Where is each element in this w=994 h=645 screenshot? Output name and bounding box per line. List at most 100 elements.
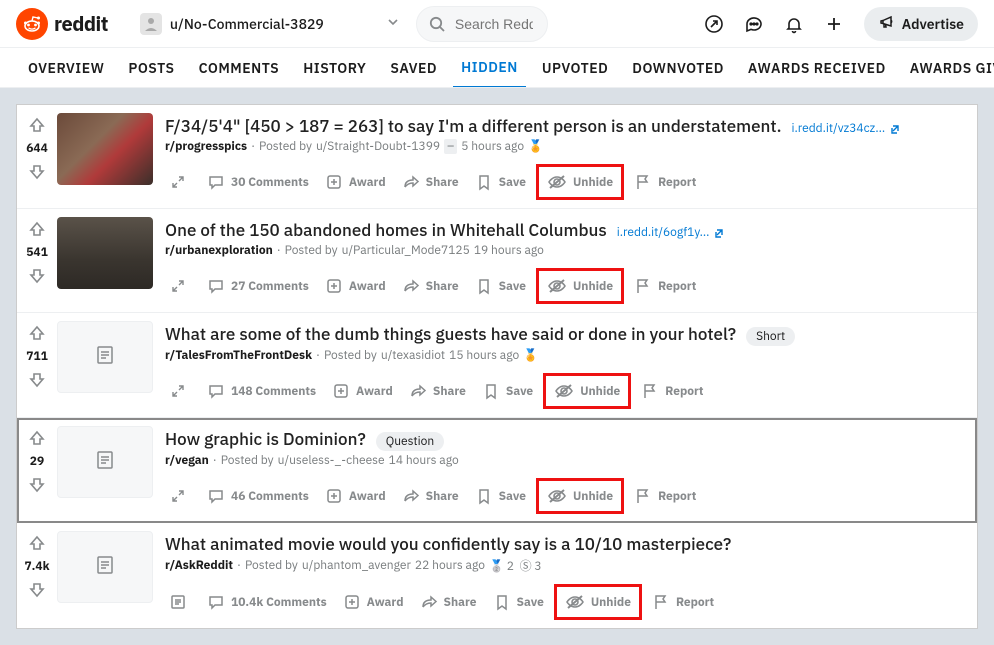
report-button[interactable]: Report <box>628 483 702 509</box>
report-button[interactable]: Report <box>646 589 720 615</box>
author-link[interactable]: u/texasidiot <box>381 348 445 363</box>
report-button[interactable]: Report <box>628 273 702 299</box>
tab-upvoted[interactable]: UPVOTED <box>534 49 616 87</box>
expand-icon[interactable] <box>165 488 191 504</box>
share-button[interactable]: Share <box>396 483 465 509</box>
share-button[interactable]: Share <box>403 378 472 404</box>
unhide-button[interactable]: Unhide <box>541 169 619 195</box>
post-flair[interactable]: Question <box>376 432 444 451</box>
expand-icon[interactable] <box>165 278 191 294</box>
upvote-button[interactable] <box>25 321 49 345</box>
tab-posts[interactable]: POSTS <box>120 49 182 87</box>
downvote-button[interactable] <box>25 160 49 184</box>
downvote-button[interactable] <box>25 264 49 288</box>
post-title[interactable]: How graphic is Dominion? <box>165 428 366 450</box>
upvote-button[interactable] <box>25 217 49 241</box>
unhide-button[interactable]: Unhide <box>541 273 619 299</box>
award-button[interactable]: Award <box>319 169 392 195</box>
tab-downvoted[interactable]: DOWNVOTED <box>624 49 732 87</box>
post-score: 711 <box>26 349 48 364</box>
megaphone-icon <box>878 13 896 35</box>
expand-icon[interactable] <box>165 593 191 611</box>
post-flair[interactable]: Short <box>746 327 795 346</box>
subreddit-link[interactable]: r/urbanexploration <box>165 243 273 258</box>
tab-history[interactable]: HISTORY <box>295 49 374 87</box>
award-button[interactable]: Award <box>319 483 392 509</box>
report-button[interactable]: Report <box>628 169 702 195</box>
share-button[interactable]: Share <box>414 589 483 615</box>
subreddit-link[interactable]: r/TalesFromTheFrontDesk <box>165 348 312 363</box>
tab-awards-received[interactable]: AWARDS RECEIVED <box>740 49 894 87</box>
share-button[interactable]: Share <box>396 273 465 299</box>
comments-button[interactable]: 10.4k Comments <box>201 589 333 615</box>
award-badge-icon[interactable]: 🏅 <box>523 348 538 363</box>
unhide-highlight: Unhide <box>536 164 624 200</box>
text-post-icon <box>94 554 116 580</box>
unhide-button[interactable]: Unhide <box>559 589 637 615</box>
upvote-button[interactable] <box>25 113 49 137</box>
comments-button[interactable]: 46 Comments <box>201 483 315 509</box>
unhide-button[interactable]: Unhide <box>548 378 626 404</box>
post-thumbnail[interactable] <box>57 426 153 498</box>
user-dropdown[interactable]: u/No-Commercial-3829 <box>140 13 400 35</box>
report-button[interactable]: Report <box>635 378 709 404</box>
author-link[interactable]: u/Particular_Mode7125 <box>342 243 470 258</box>
post-thumbnail[interactable] <box>57 113 153 185</box>
save-button[interactable]: Save <box>469 169 532 195</box>
search-box <box>416 6 548 42</box>
expand-icon[interactable] <box>165 174 191 190</box>
tab-awards-given[interactable]: AWARDS GIVEN <box>902 49 994 87</box>
post-thumbnail[interactable] <box>57 217 153 289</box>
avatar-icon <box>140 13 162 35</box>
post-title[interactable]: What animated movie would you confidentl… <box>165 533 731 555</box>
post-thumbnail[interactable] <box>57 531 153 603</box>
award-button[interactable]: Award <box>319 273 392 299</box>
subreddit-link[interactable]: r/AskReddit <box>165 558 233 573</box>
brand-text: reddit <box>54 10 108 37</box>
subreddit-link[interactable]: r/progresspics <box>165 139 247 154</box>
upvote-button[interactable] <box>25 531 49 555</box>
unhide-highlight: Unhide <box>543 373 631 409</box>
tab-saved[interactable]: SAVED <box>382 49 445 87</box>
award-badges[interactable]: 🥈 2 Ⓢ 3 <box>489 557 542 574</box>
chat-icon[interactable] <box>736 6 772 42</box>
outbound-link[interactable]: i.redd.it/6ogf1y... <box>617 225 726 240</box>
save-button[interactable]: Save <box>476 378 539 404</box>
author-link[interactable]: u/Straight-Doubt-1399 <box>316 139 440 154</box>
share-button[interactable]: Share <box>396 169 465 195</box>
tab-hidden[interactable]: HIDDEN <box>453 48 526 88</box>
upvote-button[interactable] <box>25 426 49 450</box>
save-button[interactable]: Save <box>469 483 532 509</box>
save-button[interactable]: Save <box>487 589 550 615</box>
plus-icon[interactable] <box>816 6 852 42</box>
comments-button[interactable]: 30 Comments <box>201 169 315 195</box>
post-title[interactable]: One of the 150 abandoned homes in Whiteh… <box>165 219 607 241</box>
post-title[interactable]: What are some of the dumb things guests … <box>165 323 736 345</box>
user-label: u/No-Commercial-3829 <box>170 15 324 33</box>
award-button[interactable]: Award <box>326 378 399 404</box>
comments-button[interactable]: 148 Comments <box>201 378 322 404</box>
post-thumbnail[interactable] <box>57 321 153 393</box>
tab-comments[interactable]: COMMENTS <box>191 49 288 87</box>
outbound-link[interactable]: i.redd.it/vz34cz... <box>792 121 902 136</box>
award-badge-icon[interactable]: 🏅 <box>528 139 543 154</box>
downvote-button[interactable] <box>25 473 49 497</box>
advertise-button[interactable]: Advertise <box>864 7 978 41</box>
post-row: 644F/34/5'4" [450 > 187 = 263] to say I'… <box>17 105 977 209</box>
author-link[interactable]: u/phantom_avenger <box>302 558 411 573</box>
downvote-button[interactable] <box>25 368 49 392</box>
expand-icon[interactable] <box>165 383 191 399</box>
downvote-button[interactable] <box>25 578 49 602</box>
award-button[interactable]: Award <box>337 589 410 615</box>
reddit-logo[interactable]: reddit <box>8 8 116 40</box>
unhide-button[interactable]: Unhide <box>541 483 619 509</box>
subreddit-link[interactable]: r/vegan <box>165 453 209 468</box>
tab-overview[interactable]: OVERVIEW <box>20 49 112 87</box>
post-time: 14 hours ago <box>389 453 459 468</box>
author-link[interactable]: u/useless-_-cheese <box>278 453 385 468</box>
save-button[interactable]: Save <box>469 273 532 299</box>
arrow-up-right-icon[interactable] <box>696 6 732 42</box>
comments-button[interactable]: 27 Comments <box>201 273 315 299</box>
post-title[interactable]: F/34/5'4" [450 > 187 = 263] to say I'm a… <box>165 115 782 137</box>
bell-icon[interactable] <box>776 6 812 42</box>
